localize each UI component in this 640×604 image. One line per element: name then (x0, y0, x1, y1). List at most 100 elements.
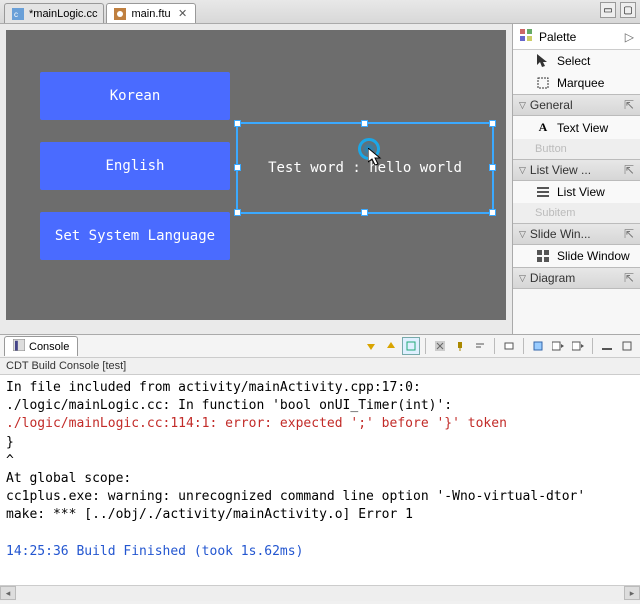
chevron-down-icon: ▽ (519, 229, 526, 240)
canvas-button-setlang[interactable]: Set System Language (40, 212, 230, 260)
console-tab[interactable]: ▌ Console (4, 336, 78, 356)
editor-tab-bar: c *mainLogic.cc main.ftu ✕ ▭ ▢ (0, 0, 640, 24)
resize-handle-sw[interactable] (234, 209, 241, 216)
separator (494, 338, 495, 354)
arrow-down-icon[interactable] (362, 337, 380, 355)
console-line: ^ (6, 452, 634, 470)
console-header: ▌ Console (0, 334, 640, 358)
ftu-file-icon (113, 7, 127, 21)
tool-marquee[interactable]: Marquee (513, 72, 640, 94)
chevron-down-icon: ▽ (519, 273, 526, 284)
pin-icon[interactable]: ⇱ (624, 227, 634, 241)
tab-mainlogic[interactable]: c *mainLogic.cc (4, 3, 104, 23)
scroll-right-icon[interactable]: ▸ (624, 586, 640, 600)
palette-item-slidewindow[interactable]: Slide Window (513, 245, 640, 267)
resize-handle-se[interactable] (489, 209, 496, 216)
tab-label: *mainLogic.cc (29, 8, 97, 20)
console-line: 14:25:36 Build Finished (took 1s.62ms) (6, 543, 634, 561)
tab-label: main.ftu (131, 8, 170, 20)
tool-label: Select (557, 54, 590, 68)
palette-panel: Palette ▷ Select Marquee ▽ General ⇱ A T… (512, 24, 640, 334)
drawer-label: Slide Win... (530, 227, 591, 241)
resize-handle-e[interactable] (489, 164, 496, 171)
pin-icon[interactable]: ⇱ (624, 163, 634, 177)
tab-mainftu[interactable]: main.ftu ✕ (106, 3, 195, 23)
drawer-slidewin[interactable]: ▽ Slide Win... ⇱ (513, 223, 640, 245)
pin-icon[interactable]: ⇱ (624, 271, 634, 285)
minimize-view-button[interactable] (598, 337, 616, 355)
palette-item-subitem-ghost: Subitem (513, 203, 640, 223)
palette-title-bar: Palette ▷ (513, 24, 640, 50)
item-label: List View (557, 185, 605, 199)
list-icon (535, 186, 551, 198)
console-line: } (6, 434, 634, 452)
item-label: Subitem (535, 207, 575, 219)
console-line: In file included from activity/mainActiv… (6, 379, 634, 397)
close-icon[interactable]: ✕ (177, 8, 189, 20)
canvas-button-korean[interactable]: Korean (40, 72, 230, 120)
console-toolbar (362, 337, 636, 355)
drawer-label: General (530, 98, 573, 112)
console-subtitle: CDT Build Console [test] (0, 358, 640, 375)
design-canvas-pane: Korean English Set System Language Test … (0, 24, 512, 334)
resize-handle-n[interactable] (361, 120, 368, 127)
console-line: cc1plus.exe: warning: unrecognized comma… (6, 488, 634, 506)
resize-handle-ne[interactable] (489, 120, 496, 127)
arrow-up-icon[interactable] (382, 337, 400, 355)
console-line (6, 525, 634, 543)
horizontal-scrollbar[interactable]: ◂ ▸ (0, 585, 640, 601)
palette-icon (519, 28, 533, 45)
button-label: Korean (110, 88, 161, 104)
canvas-button-english[interactable]: English (40, 142, 230, 190)
maximize-button[interactable]: ▢ (620, 2, 636, 18)
console-icon: ▌ (13, 339, 25, 354)
resize-handle-nw[interactable] (234, 120, 241, 127)
palette-item-textview[interactable]: A Text View (513, 116, 640, 139)
canvas-textview-selected[interactable]: Test word : hello world (236, 122, 494, 214)
palette-item-listview[interactable]: List View (513, 181, 640, 203)
button-label: Set System Language (55, 228, 215, 244)
item-label: Slide Window (557, 249, 630, 263)
minimize-button[interactable]: ▭ (600, 2, 616, 18)
palette-title-label: Palette (539, 30, 576, 44)
resize-handle-w[interactable] (234, 164, 241, 171)
chevron-right-icon[interactable]: ▷ (625, 30, 634, 44)
scroll-left-icon[interactable]: ◂ (0, 586, 16, 600)
scroll-lock-button[interactable] (402, 337, 420, 355)
design-canvas[interactable]: Korean English Set System Language Test … (6, 30, 506, 320)
drawer-label: List View ... (530, 163, 591, 177)
pin-console-button[interactable] (451, 337, 469, 355)
resize-handle-s[interactable] (361, 209, 368, 216)
maximize-view-button[interactable] (618, 337, 636, 355)
drawer-listview[interactable]: ▽ List View ... ⇱ (513, 159, 640, 181)
pin-icon[interactable]: ⇱ (624, 98, 634, 112)
button-label: English (105, 158, 164, 174)
drawer-label: Diagram (530, 271, 575, 285)
drawer-diagram[interactable]: ▽ Diagram ⇱ (513, 267, 640, 289)
svg-text:▌: ▌ (15, 340, 21, 351)
open-console-button[interactable] (500, 337, 518, 355)
tool-select[interactable]: Select (513, 50, 640, 72)
textview-content: Test word : hello world (268, 160, 462, 176)
separator (425, 338, 426, 354)
console-line: ./logic/mainLogic.cc:114:1: error: expec… (6, 415, 634, 433)
tool-label: Marquee (557, 76, 604, 90)
console-output[interactable]: In file included from activity/mainActiv… (0, 375, 640, 585)
text-icon: A (535, 120, 551, 135)
console-line: ./logic/mainLogic.cc: In function 'bool … (6, 397, 634, 415)
item-label: Button (535, 143, 567, 155)
separator (523, 338, 524, 354)
display-selected-button[interactable] (549, 337, 567, 355)
console-line: make: *** [../obj/./activity/mainActivit… (6, 506, 634, 524)
new-console-button[interactable] (529, 337, 547, 355)
tabbar-controls: ▭ ▢ (600, 2, 636, 18)
cursor-tool-icon (535, 54, 551, 68)
drawer-general[interactable]: ▽ General ⇱ (513, 94, 640, 116)
console-tab-label: Console (29, 341, 69, 353)
switch-console-button[interactable] (569, 337, 587, 355)
chevron-down-icon: ▽ (519, 100, 526, 111)
clear-button[interactable] (431, 337, 449, 355)
wrap-button[interactable] (471, 337, 489, 355)
c-file-icon: c (11, 7, 25, 21)
palette-item-button-ghost: Button (513, 139, 640, 159)
